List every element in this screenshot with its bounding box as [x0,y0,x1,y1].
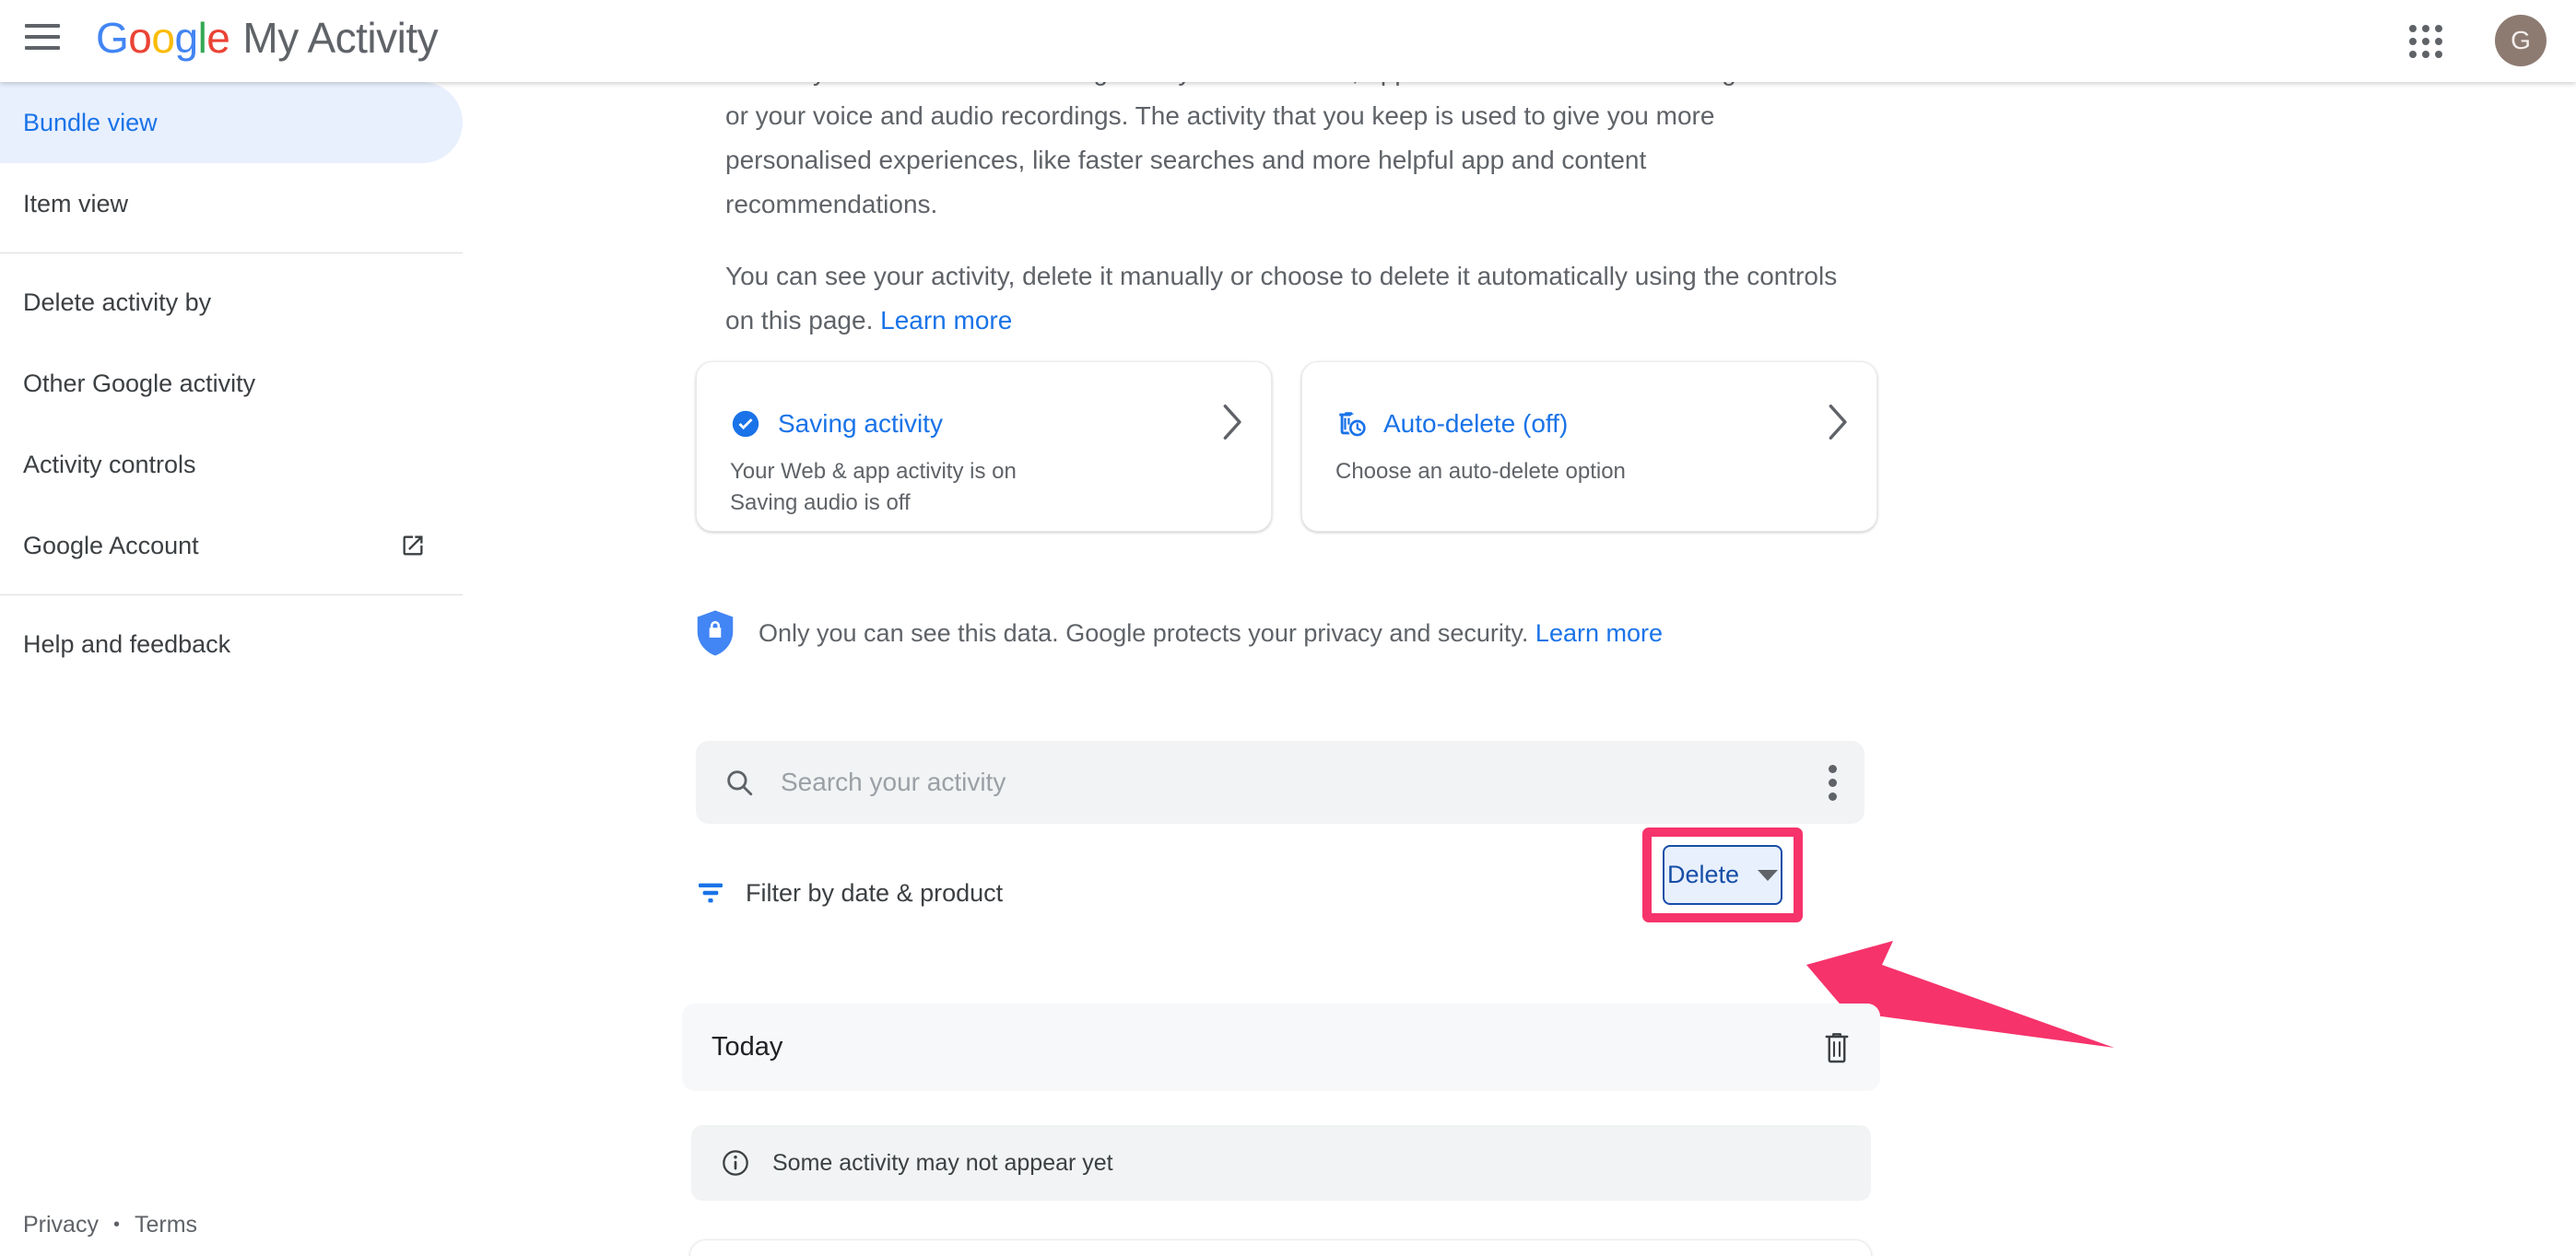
logo-letter-g: G [96,14,129,62]
card-title: Saving activity [778,409,943,438]
sidebar-item-other-google-activity[interactable]: Other Google activity [0,343,463,424]
auto-delete-icon [1339,412,1366,437]
search-icon [727,770,753,796]
learn-more-link-privacy[interactable]: Learn more [1535,619,1663,647]
kebab-dot [1828,792,1837,801]
hamburger-bar [25,46,60,50]
sidebar-item-bundle-view[interactable]: Bundle view [0,82,463,163]
privacy-link[interactable]: Privacy [23,1212,99,1238]
logo-letter-o1: o [128,14,152,62]
apps-dot [2421,50,2429,58]
card-body: Choose an auto-delete option [1335,456,1843,487]
google-apps-icon[interactable] [2406,22,2445,61]
logo-letter-o2: o [151,14,175,62]
activity-item-card-partial[interactable] [689,1239,1872,1256]
card-header: Auto-delete (off) [1335,408,1843,440]
delete-button[interactable]: Delete [1663,845,1782,905]
status-card-row: Saving activity Your Web & app activity … [696,361,1877,532]
sidebar-item-help-and-feedback[interactable]: Help and feedback [0,604,463,685]
brand[interactable]: Google My Activity [96,13,439,63]
sidebar-footer: Privacy • Terms [23,1212,197,1238]
external-link-icon [403,535,423,556]
search-bar[interactable] [696,741,1864,824]
delete-button-wrapper: Delete [1642,828,1803,922]
sidebar-item-label: Item view [23,189,129,217]
chevron-right-icon [1223,405,1241,440]
apps-dot [2409,25,2417,33]
more-vert-icon[interactable] [1828,764,1837,801]
avatar[interactable]: G [2495,15,2547,66]
search-input[interactable] [781,768,1809,797]
apps-dot [2409,37,2417,45]
privacy-note-body: Only you can see this data. Google prote… [759,618,1535,647]
logo-letter-g2: g [174,14,198,62]
app-header: Google My Activity G [0,0,2576,82]
trash-icon[interactable] [1823,1031,1851,1064]
sidebar-item-activity-controls[interactable]: Activity controls [0,424,463,505]
logo-letter-l: l [197,14,207,62]
sidebar-divider-1 [0,252,463,253]
kebab-dot [1828,764,1837,773]
logo-letter-e: e [206,14,230,62]
intro-text-block: and Play. It can also include things tha… [725,82,1859,370]
info-strip: Some activity may not appear yet [691,1125,1871,1201]
sidebar-item-label: Other Google activity [23,369,256,397]
apps-dot [2434,37,2442,45]
filter-icon [699,883,723,903]
sidebar-item-label: Google Account [23,531,199,559]
card-line-1: Choose an auto-delete option [1335,459,1626,484]
shield-lock-icon [697,610,734,656]
card-body: Your Web & app activity is on Saving aud… [730,456,1238,519]
apps-dot [2421,25,2429,33]
privacy-note: Only you can see this data. Google prote… [696,610,1894,656]
card-line-2: Saving audio is off [730,490,911,515]
chevron-right-icon [1829,405,1847,440]
card-header: Saving activity [730,408,1238,440]
auto-delete-card[interactable]: Auto-delete (off) Choose an auto-delete … [1301,361,1877,532]
learn-more-link-intro[interactable]: Learn more [880,306,1012,335]
hamburger-bar [25,35,60,39]
apps-dot [2421,37,2429,45]
footer-separator: • [112,1215,120,1235]
chevron-down-icon [1758,869,1779,881]
sidebar-item-delete-activity-by[interactable]: Delete activity by [0,262,463,343]
apps-dot [2434,25,2442,33]
intro-paragraph-1: and Play. It can also include things tha… [725,82,1858,218]
card-title: Auto-delete (off) [1383,409,1569,438]
filter-label: Filter by date & product [746,878,1004,907]
info-icon [723,1150,748,1176]
sidebar-item-label: Activity controls [23,450,196,478]
sidebar-item-label: Bundle view [23,108,158,136]
today-section-header: Today [682,1004,1880,1091]
saving-activity-card[interactable]: Saving activity Your Web & app activity … [696,361,1272,532]
intro-paragraph-2: You can see your activity, delete it man… [725,254,1859,343]
today-label: Today [712,1032,783,1062]
hamburger-menu-icon[interactable] [25,24,62,57]
sidebar: Bundle view Item view Delete activity by… [0,82,465,1256]
hamburger-bar [25,24,60,28]
sidebar-divider-2 [0,594,463,595]
page-title: My Activity [242,14,439,62]
filter-by-date-product-button[interactable]: Filter by date & product [696,879,1003,908]
kebab-dot [1828,778,1837,787]
apps-dot [2409,50,2417,58]
sidebar-item-item-view[interactable]: Item view [0,163,463,244]
sidebar-item-google-account[interactable]: Google Account [0,505,463,586]
privacy-note-text: Only you can see this data. Google prote… [759,619,1663,648]
sidebar-item-label: Help and feedback [23,629,231,658]
delete-button-label: Delete [1666,861,1740,888]
apps-dot [2434,50,2442,58]
sidebar-item-label: Delete activity by [23,288,212,316]
check-circle-icon [732,410,759,438]
google-logo: Google [96,13,230,63]
terms-link[interactable]: Terms [135,1212,197,1238]
main-content: and Play. It can also include things tha… [465,82,2576,1256]
card-line-1: Your Web & app activity is on [730,459,1017,484]
info-strip-text: Some activity may not appear yet [772,1149,1113,1176]
